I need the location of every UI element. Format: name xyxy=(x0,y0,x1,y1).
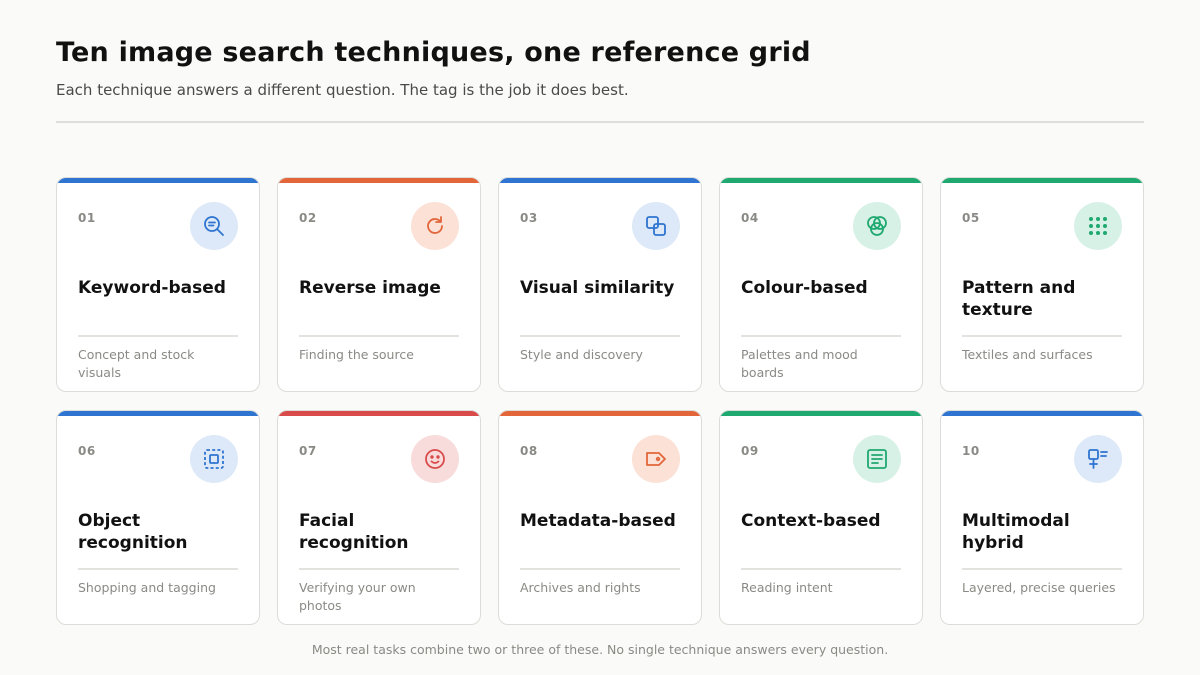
card-tag: Shopping and tagging xyxy=(78,580,216,595)
technique-card-object: 06 Object recognition Shopping and taggi… xyxy=(56,410,260,625)
card-title: Pattern and texture xyxy=(962,278,1076,320)
card-title: Object recognition xyxy=(78,511,188,553)
card-number: 07 xyxy=(299,444,317,458)
page-header: Ten image search techniques, one referen… xyxy=(56,36,1144,100)
card-title: Colour-based xyxy=(741,278,868,298)
header-divider xyxy=(56,121,1144,123)
accent-bar xyxy=(720,411,922,416)
accent-bar xyxy=(278,411,480,416)
card-tag: Reading intent xyxy=(741,580,833,595)
card-number: 04 xyxy=(741,211,759,225)
overlap-squares-icon xyxy=(632,202,680,250)
card-tag: Palettes and mood boards xyxy=(741,347,858,380)
card-divider xyxy=(962,568,1122,570)
accent-bar xyxy=(278,178,480,183)
rotate-icon xyxy=(411,202,459,250)
card-title: Multimodal hybrid xyxy=(962,511,1070,553)
footer-note: Most real tasks combine two or three of … xyxy=(311,642,889,657)
card-tag: Finding the source xyxy=(299,347,414,362)
card-title: Facial recognition xyxy=(299,511,409,553)
card-divider xyxy=(299,568,459,570)
card-divider xyxy=(741,335,901,337)
technique-card-pattern: 05 Pattern and texture Textiles and surf… xyxy=(940,177,1144,392)
card-divider xyxy=(78,335,238,337)
technique-card-colour: 04 Colour-based Palettes and mood boards xyxy=(719,177,923,392)
dot-grid-icon xyxy=(1074,202,1122,250)
accent-bar xyxy=(57,411,259,416)
accent-bar xyxy=(57,178,259,183)
card-divider xyxy=(741,568,901,570)
page-subtitle: Each technique answers a different quest… xyxy=(56,81,629,99)
technique-grid: 01 Keyword-based Concept and stock visua… xyxy=(56,177,1144,625)
smiley-face-icon xyxy=(411,435,459,483)
technique-card-reverse: 02 Reverse image Finding the source xyxy=(277,177,481,392)
card-title: Metadata-based xyxy=(520,511,676,531)
card-tag: Style and discovery xyxy=(520,347,643,362)
document-lines-icon xyxy=(853,435,901,483)
card-divider xyxy=(520,335,680,337)
technique-card-keyword: 01 Keyword-based Concept and stock visua… xyxy=(56,177,260,392)
technique-card-context: 09 Context-based Reading intent xyxy=(719,410,923,625)
image-text-icon xyxy=(1074,435,1122,483)
accent-bar xyxy=(941,178,1143,183)
accent-bar xyxy=(499,411,701,416)
card-number: 05 xyxy=(962,211,980,225)
card-divider xyxy=(962,335,1122,337)
focus-frame-icon xyxy=(190,435,238,483)
card-number: 06 xyxy=(78,444,96,458)
card-title: Visual similarity xyxy=(520,278,675,298)
colour-circles-icon xyxy=(853,202,901,250)
card-number: 01 xyxy=(78,211,96,225)
card-divider xyxy=(520,568,680,570)
search-text-icon xyxy=(190,202,238,250)
page-title: Ten image search techniques, one referen… xyxy=(56,37,811,68)
card-number: 08 xyxy=(520,444,538,458)
card-tag: Concept and stock visuals xyxy=(78,347,195,380)
card-title: Context-based xyxy=(741,511,881,531)
card-tag: Textiles and surfaces xyxy=(962,347,1093,362)
card-tag: Archives and rights xyxy=(520,580,641,595)
card-number: 10 xyxy=(962,444,980,458)
card-divider xyxy=(78,568,238,570)
technique-card-facial: 07 Facial recognition Verifying your own… xyxy=(277,410,481,625)
technique-card-visual-similarity: 03 Visual similarity Style and discovery xyxy=(498,177,702,392)
card-tag: Verifying your own photos xyxy=(299,580,416,613)
card-number: 02 xyxy=(299,211,317,225)
card-divider xyxy=(299,335,459,337)
card-number: 09 xyxy=(741,444,759,458)
card-tag: Layered, precise queries xyxy=(962,580,1116,595)
accent-bar xyxy=(941,411,1143,416)
accent-bar xyxy=(499,178,701,183)
card-title: Keyword-based xyxy=(78,278,226,298)
technique-card-metadata: 08 Metadata-based Archives and rights xyxy=(498,410,702,625)
card-title: Reverse image xyxy=(299,278,441,298)
card-number: 03 xyxy=(520,211,538,225)
technique-card-multimodal: 10 Multimodal hybrid Layered, precise qu… xyxy=(940,410,1144,625)
accent-bar xyxy=(720,178,922,183)
tag-icon xyxy=(632,435,680,483)
